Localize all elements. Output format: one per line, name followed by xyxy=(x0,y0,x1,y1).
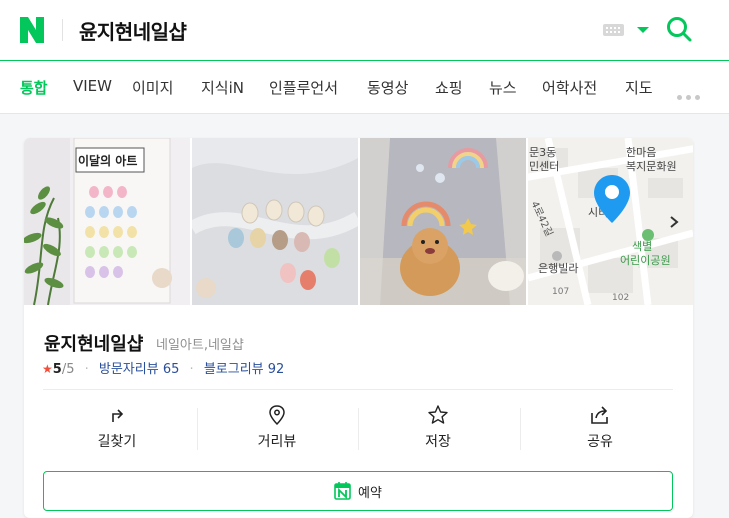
star-outline-icon xyxy=(428,405,448,424)
place-photo-3[interactable] xyxy=(360,138,526,305)
separator-dot: · xyxy=(189,362,194,377)
more-tabs-icon[interactable] xyxy=(677,85,704,104)
directions-button[interactable]: 길찾기 xyxy=(57,404,177,454)
rating-value: 5 xyxy=(52,362,62,377)
street-view-button[interactable]: 거리뷰 xyxy=(217,404,337,454)
chevron-right-icon[interactable] xyxy=(668,215,680,229)
share-button[interactable]: 공유 xyxy=(540,404,660,454)
naver-logo-icon[interactable] xyxy=(20,17,44,43)
tab-news[interactable]: 뉴스 xyxy=(489,77,517,98)
nail-board-sign-text: 이달의 아트 xyxy=(78,154,138,168)
rating-row: ★5/5 · 방문자리뷰 65 · 블로그리뷰 92 xyxy=(42,358,284,377)
star-icon: ★ xyxy=(42,362,53,376)
save-label: 저장 xyxy=(425,434,451,450)
location-marker-icon xyxy=(594,175,630,223)
directions-label: 길찾기 xyxy=(97,434,137,450)
map-label: 107 xyxy=(552,287,570,297)
divider xyxy=(358,408,359,450)
place-map-thumbnail[interactable]: 문3동 민센터 한마음 복지문화원 시티 색별 어린이공원 은행빌라 107 1… xyxy=(528,138,693,305)
search-header: 윤지현네일샵 xyxy=(0,0,729,61)
place-photo-2[interactable] xyxy=(192,138,358,305)
tab-kin[interactable]: 지식iN xyxy=(201,77,244,98)
tab-image[interactable]: 이미지 xyxy=(132,77,173,98)
blog-review-link[interactable]: 블로그리뷰 92 xyxy=(204,362,285,377)
search-icon[interactable] xyxy=(666,16,692,42)
naver-booking-icon xyxy=(334,482,351,500)
tab-integrated[interactable]: 통합 xyxy=(20,77,48,98)
visitor-review-link[interactable]: 방문자리뷰 65 xyxy=(99,362,180,377)
tab-map[interactable]: 지도 xyxy=(625,77,653,98)
tab-shopping[interactable]: 쇼핑 xyxy=(435,77,463,98)
directions-icon xyxy=(112,409,124,422)
keyboard-icon[interactable] xyxy=(603,24,624,36)
divider xyxy=(520,408,521,450)
divider xyxy=(197,408,198,450)
header-divider xyxy=(62,19,63,41)
separator-dot: · xyxy=(84,362,89,377)
place-card: 이달의 아트 문3동 민센터 한마음 복지문화원 시티 색별 어린이공원 은행빌… xyxy=(24,138,693,518)
map-label: 어린이공원 xyxy=(620,254,671,267)
street-view-label: 거리뷰 xyxy=(257,434,297,450)
dog-decor-image xyxy=(360,138,526,305)
reserve-button[interactable]: 예약 xyxy=(43,471,673,511)
search-query-text[interactable]: 윤지현네일샵 xyxy=(79,16,187,45)
map-label: 은행빌라 xyxy=(538,262,579,275)
autocomplete-toggle-icon[interactable] xyxy=(637,27,649,33)
tab-view[interactable]: VIEW xyxy=(73,77,112,95)
location-pin-icon xyxy=(269,405,285,426)
share-icon xyxy=(591,406,608,424)
share-label: 공유 xyxy=(587,434,613,450)
nail-tips-image xyxy=(192,138,358,305)
divider xyxy=(43,389,673,390)
rating-max: /5 xyxy=(61,362,75,377)
place-name[interactable]: 윤지현네일샵 xyxy=(44,330,143,356)
search-tab-bar: 통합 VIEW 이미지 지식iN 인플루언서 동영상 쇼핑 뉴스 어학사전 지도 xyxy=(0,61,729,114)
map-label: 민센터 xyxy=(529,160,560,173)
place-photo-1[interactable]: 이달의 아트 xyxy=(24,138,190,305)
tab-dictionary[interactable]: 어학사전 xyxy=(542,77,597,98)
tab-video[interactable]: 동영상 xyxy=(367,77,408,98)
reserve-label: 예약 xyxy=(358,486,382,501)
map-label: 복지문화원 xyxy=(626,160,677,173)
map-label: 102 xyxy=(612,293,630,303)
place-category: 네일아트,네일샵 xyxy=(156,338,244,353)
save-button[interactable]: 저장 xyxy=(378,404,498,454)
tab-influencer[interactable]: 인플루언서 xyxy=(269,77,338,98)
